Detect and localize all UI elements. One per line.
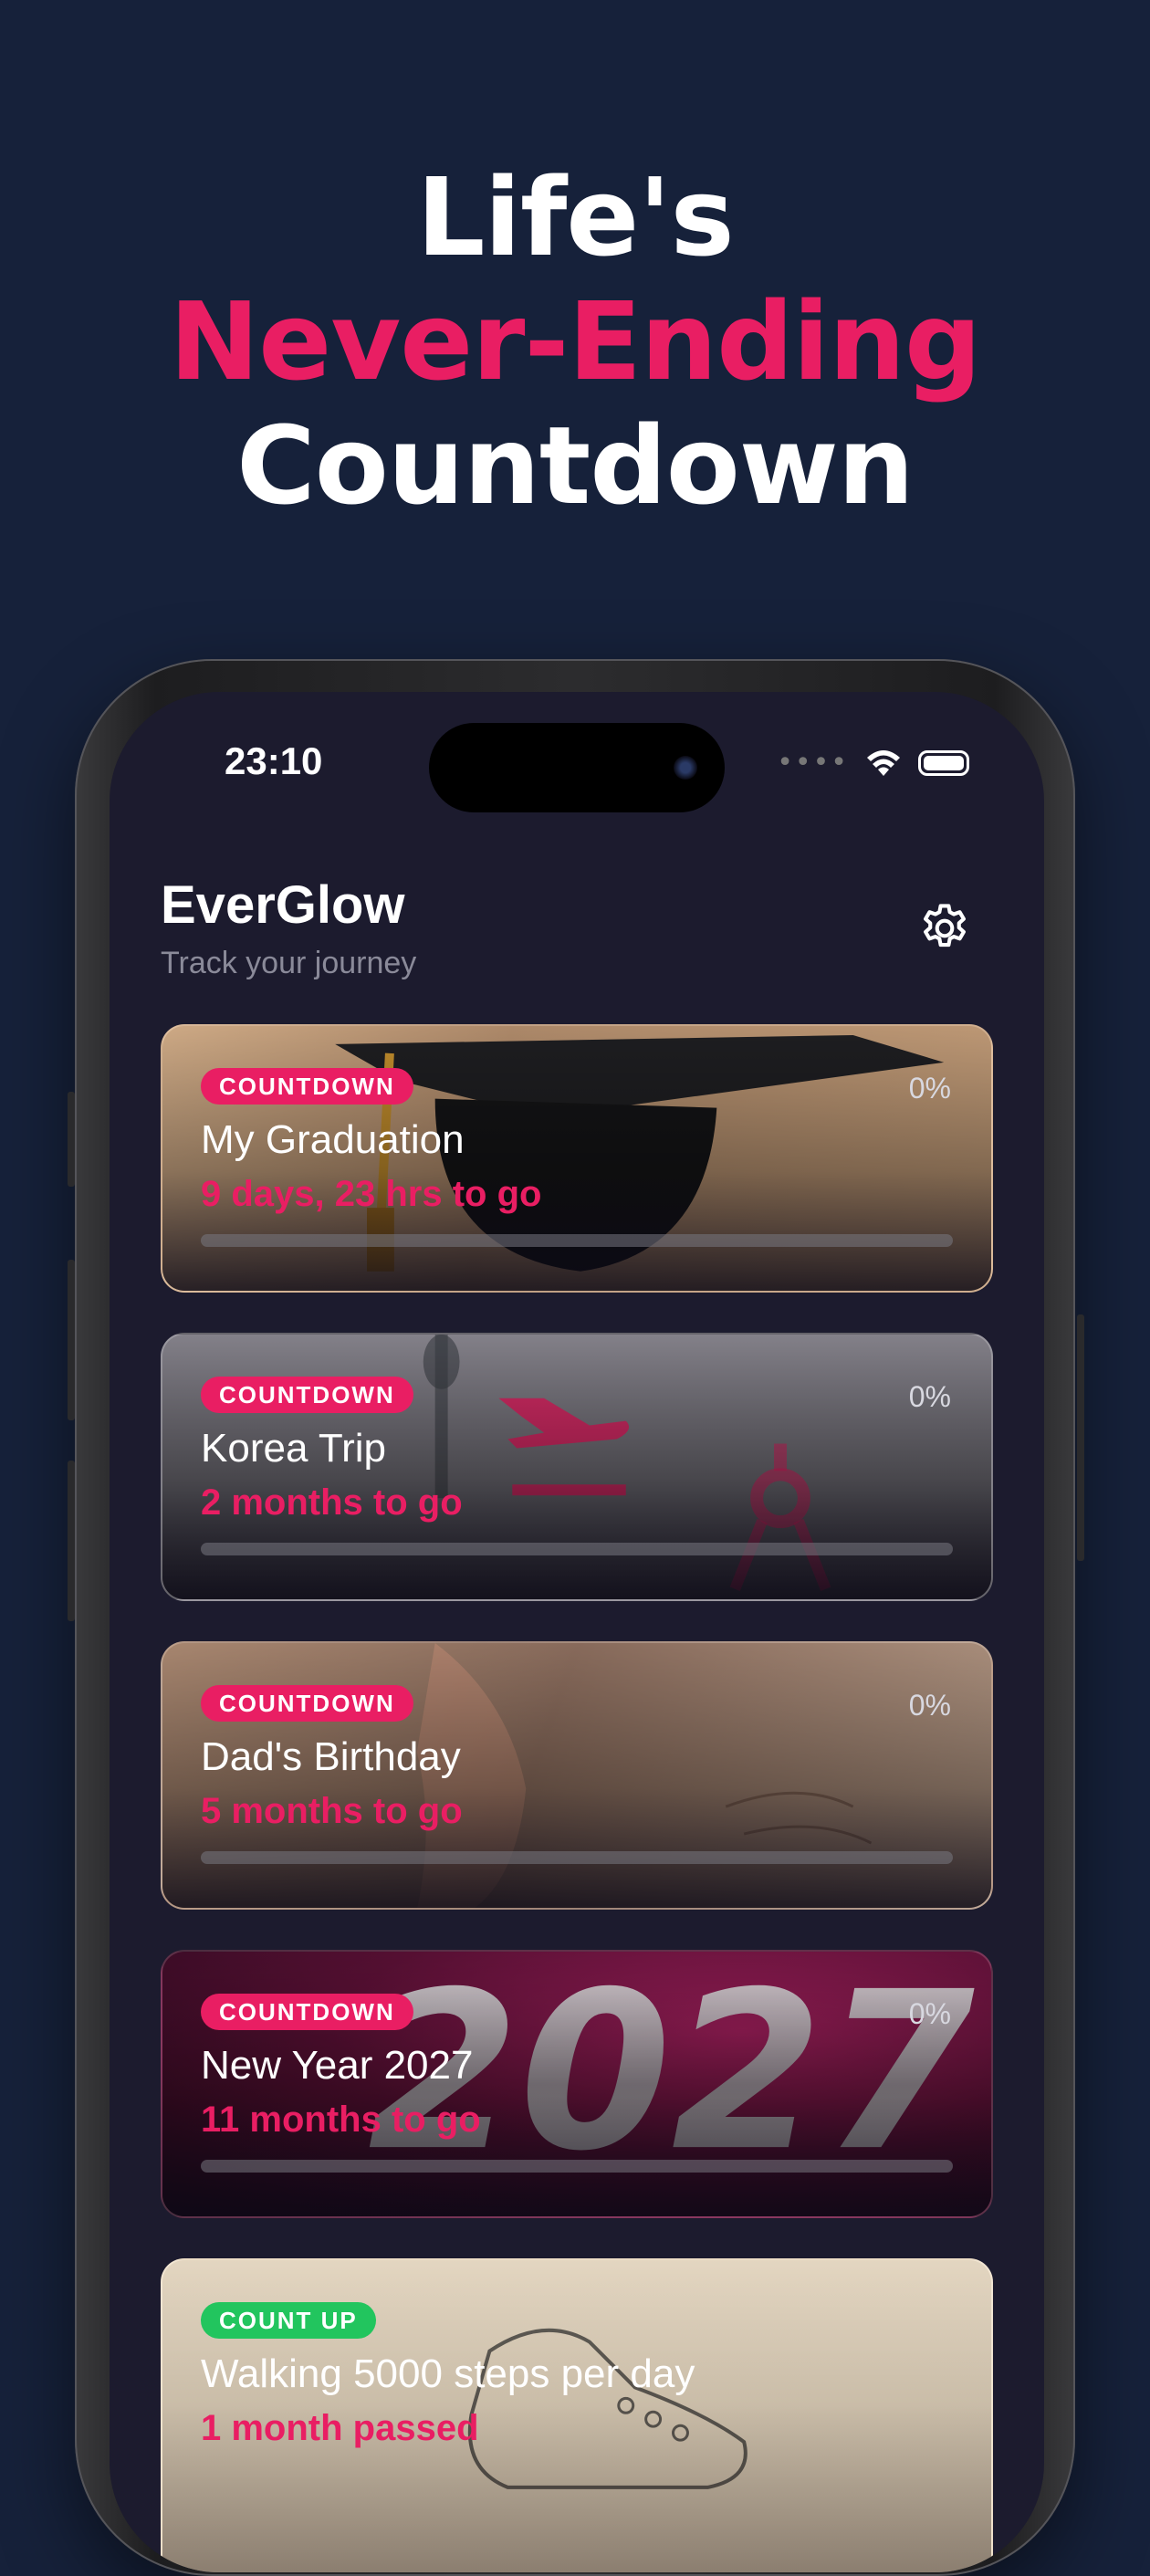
card-time-elapsed: 1 month passed xyxy=(201,2408,479,2448)
gear-icon[interactable] xyxy=(916,900,973,957)
phone-screen: 23:10 •••• EverGlow Track your journey C… xyxy=(110,692,1044,2572)
card-percent: 0% xyxy=(908,1072,951,1105)
battery-level xyxy=(924,755,964,770)
progress-track xyxy=(201,1851,953,1864)
progress-track xyxy=(201,1234,953,1247)
card-type-badge: COUNTDOWN xyxy=(201,1377,413,1413)
card-type-badge: COUNTDOWN xyxy=(201,1685,413,1722)
battery-icon xyxy=(918,749,969,776)
event-card-new-year-2027[interactable]: 2027 COUNTDOWN 0% New Year 2027 11 month… xyxy=(161,1950,993,2218)
card-title: My Graduation xyxy=(201,1117,465,1162)
event-card-graduation[interactable]: COUNTDOWN 0% My Graduation 9 days, 23 hr… xyxy=(161,1024,993,1293)
action-button xyxy=(68,1092,75,1187)
card-type-badge: COUNTDOWN xyxy=(201,1994,413,2030)
status-icons: •••• xyxy=(777,747,969,779)
app-subtitle: Track your journey xyxy=(161,946,417,980)
headline-line-3: Countdown xyxy=(236,403,915,529)
card-type-badge: COUNT UP xyxy=(201,2302,376,2339)
volume-down-button xyxy=(68,1461,75,1621)
headline-line-1: Life's xyxy=(416,154,734,280)
card-percent: 0% xyxy=(908,1689,951,1722)
app-title: EverGlow xyxy=(161,875,405,935)
card-percent: 0% xyxy=(908,1997,951,2030)
progress-track xyxy=(201,1543,953,1555)
camera-icon xyxy=(674,756,697,780)
event-card-walking[interactable]: COUNT UP Walking 5000 steps per day 1 mo… xyxy=(161,2258,993,2572)
volume-up-button xyxy=(68,1260,75,1420)
signal-dots-icon: •••• xyxy=(777,747,849,779)
card-title: Dad's Birthday xyxy=(201,1734,461,1779)
status-time: 23:10 xyxy=(225,739,323,782)
card-title: New Year 2027 xyxy=(201,2043,474,2088)
wifi-icon xyxy=(867,749,900,776)
card-type-badge: COUNTDOWN xyxy=(201,1068,413,1105)
card-percent: 0% xyxy=(908,1380,951,1413)
card-title: Walking 5000 steps per day xyxy=(201,2351,695,2396)
card-time-remaining: 2 months to go xyxy=(201,1482,463,1523)
power-button xyxy=(1077,1314,1084,1561)
headline-line-2: Never-Ending xyxy=(169,278,982,404)
progress-track xyxy=(201,2160,953,2173)
card-title: Korea Trip xyxy=(201,1426,386,1471)
event-card-dads-birthday[interactable]: COUNTDOWN 0% Dad's Birthday 5 months to … xyxy=(161,1641,993,1910)
event-card-korea-trip[interactable]: COUNTDOWN 0% Korea Trip 2 months to go xyxy=(161,1333,993,1601)
card-time-remaining: 5 months to go xyxy=(201,1791,463,1831)
dynamic-island xyxy=(429,723,725,812)
card-time-remaining: 9 days, 23 hrs to go xyxy=(201,1174,542,1214)
card-time-remaining: 11 months to go xyxy=(201,2100,481,2140)
marketing-headline: Life's Never-Ending Countdown xyxy=(0,155,1150,528)
